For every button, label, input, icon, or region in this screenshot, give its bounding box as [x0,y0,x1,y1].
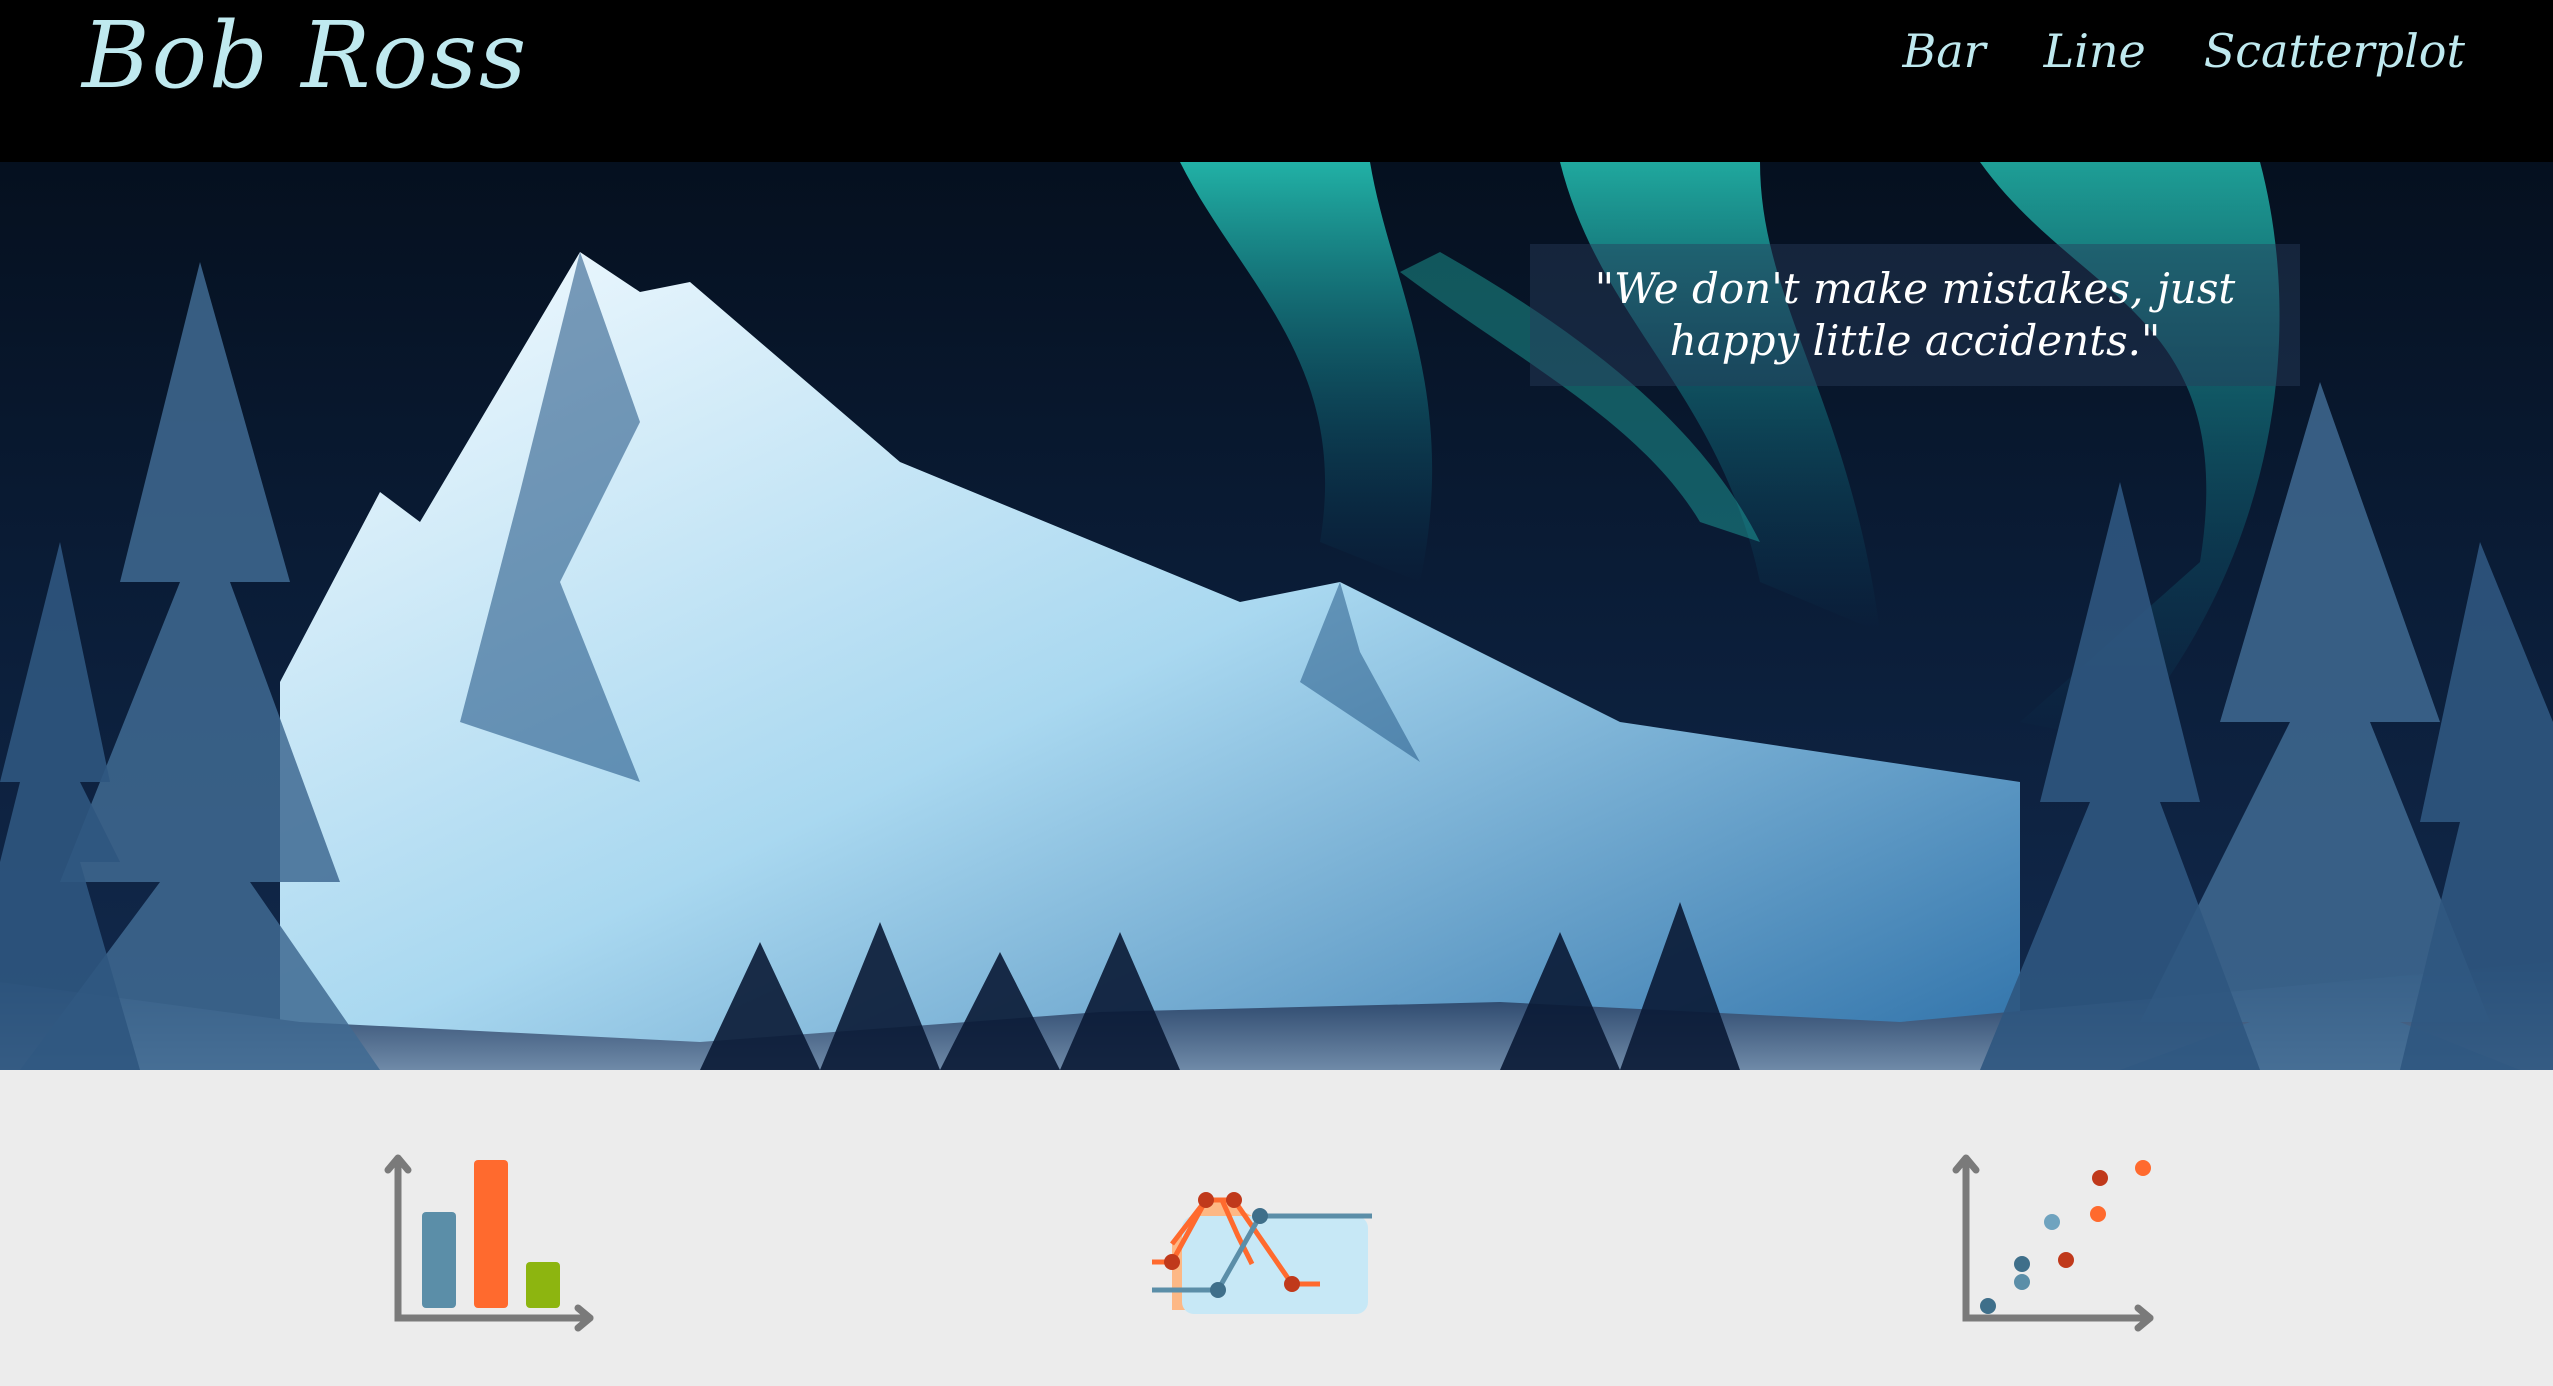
hero-banner: "We don't make mistakes, just happy litt… [0,162,2553,1070]
bar-chart-card[interactable] [350,1070,650,1386]
quote-box: "We don't make mistakes, just happy litt… [1530,244,2300,386]
main-nav: Bar Line Scatterplot [1902,24,2465,78]
line-chart-icon [1152,1192,1372,1314]
nav-link-bar[interactable]: Bar [1902,24,1985,78]
line-chart-card[interactable] [1130,1070,1430,1386]
top-navbar: Bob Ross Bar Line Scatterplot [0,0,2553,162]
chart-type-section [0,1070,2553,1386]
nav-link-line[interactable]: Line [2044,24,2146,78]
scatterplot-icon [1952,1154,2154,1332]
bar-chart-icon [384,1154,594,1332]
nav-link-scatterplot[interactable]: Scatterplot [2204,24,2465,78]
scatterplot-card[interactable] [1910,1070,2210,1386]
hero-quote: "We don't make mistakes, just happy litt… [1594,264,2236,365]
brand-logo[interactable]: Bob Ross [82,2,528,109]
